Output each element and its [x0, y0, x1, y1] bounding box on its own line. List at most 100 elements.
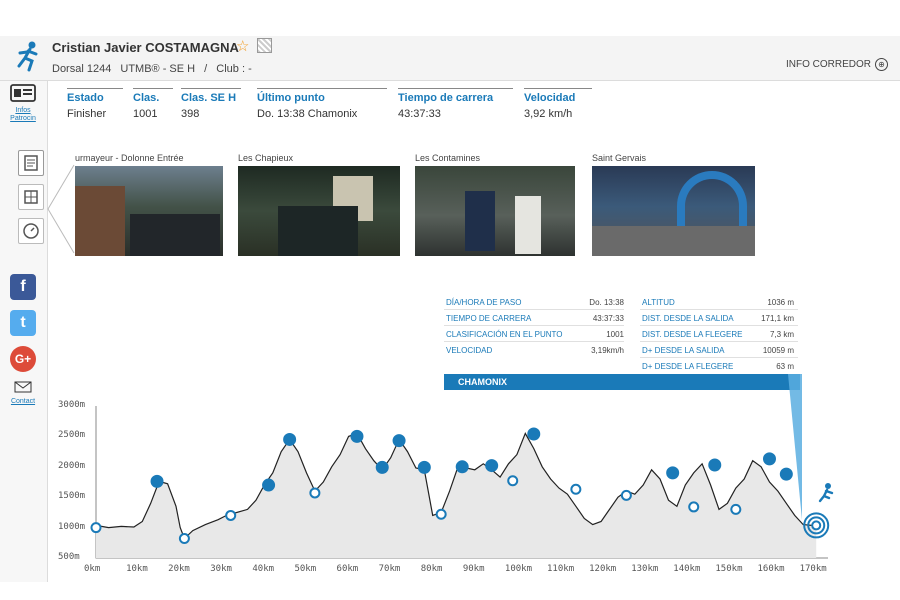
stat-ultimo-punto: Último punto Do. 13:38 Chamonix: [257, 88, 387, 120]
google-plus-icon: G+: [14, 352, 32, 366]
info-label: D+ DESDE LA FLEGERE: [642, 362, 734, 371]
y-tick-label: 2000m: [58, 460, 86, 471]
x-tick-label: 60km: [336, 564, 359, 574]
share-icon[interactable]: [257, 38, 272, 53]
dorsal: Dorsal 1244: [52, 63, 112, 75]
twitter-button[interactable]: t: [10, 310, 36, 336]
info-label: CLASIFICACIÓN EN EL PUNTO: [446, 330, 563, 339]
checkpoint-marker[interactable]: [309, 487, 321, 499]
photo-caption: urmayeur - Dolonne Entrée: [75, 153, 184, 163]
facebook-icon: f: [20, 278, 26, 295]
id-card-icon: [10, 84, 36, 102]
checkpoint-marker[interactable]: [262, 478, 276, 492]
checkpoint-marker[interactable]: [527, 427, 541, 441]
elevation-profile-chart[interactable]: [60, 400, 840, 580]
favorite-star-icon[interactable]: ☆: [236, 37, 249, 55]
tab-details[interactable]: [18, 150, 44, 176]
race-category: UTMB® - SE H: [120, 63, 196, 75]
document-icon: [24, 155, 38, 171]
stat-velocidad: Velocidad 3,92 km/h: [524, 88, 592, 120]
checkpoint-marker[interactable]: [392, 434, 406, 448]
checkpoint-marker[interactable]: [435, 508, 447, 520]
y-tick-label: 3000m: [58, 400, 86, 410]
x-tick-label: 70km: [378, 564, 401, 574]
checkpoint-marker[interactable]: [811, 520, 822, 531]
checkpoint-marker[interactable]: [666, 466, 680, 480]
checkpoint-marker[interactable]: [455, 460, 469, 474]
checkpoint-marker[interactable]: [350, 429, 364, 443]
checkpoint-marker[interactable]: [730, 503, 742, 515]
stat-value: Finisher: [67, 108, 107, 120]
info-value: 3,19km/h: [591, 346, 624, 355]
checkpoint-marker[interactable]: [688, 501, 700, 513]
checkpoint-marker[interactable]: [225, 509, 237, 521]
gauge-icon: [23, 223, 39, 239]
info-corredor-link[interactable]: INFO CORREDOR ⊕: [786, 58, 888, 71]
runner-logo-icon: [17, 41, 38, 72]
checkpoint-marker[interactable]: [283, 432, 297, 446]
x-tick-label: 40km: [252, 564, 275, 574]
tab-speed[interactable]: [18, 218, 44, 244]
stat-value: 43:37:33: [398, 108, 441, 120]
checkpoint-marker[interactable]: [178, 533, 190, 545]
checkpoint-marker[interactable]: [507, 475, 519, 487]
x-tick-label: 170km: [799, 564, 827, 574]
grid-icon: [24, 190, 38, 204]
photo-caption: Saint Gervais: [592, 153, 647, 163]
stat-label: Tiempo de carrera: [398, 92, 494, 104]
x-tick-label: 130km: [631, 564, 659, 574]
x-tick-label: 50km: [294, 564, 317, 574]
checkpoint-photo[interactable]: [415, 166, 575, 256]
infos-label: Infos Patrocin: [10, 107, 36, 122]
photo-runner: [465, 191, 495, 251]
info-label: DIST. DESDE LA SALIDA: [642, 314, 734, 323]
info-value: 43:37:33: [592, 314, 624, 323]
info-value: 1036 m: [767, 298, 794, 307]
contact-sidebar-item[interactable]: Contact: [8, 380, 38, 406]
checkpoint-marker[interactable]: [620, 489, 632, 501]
x-tick-label: 160km: [757, 564, 785, 574]
checkpoint-photo[interactable]: [238, 166, 400, 256]
checkpoint-photo[interactable]: [592, 166, 755, 256]
club: Club : -: [216, 63, 252, 75]
checkpoint-marker[interactable]: [570, 483, 582, 495]
checkpoint-marker[interactable]: [90, 522, 102, 534]
checkpoint-marker[interactable]: [485, 459, 499, 473]
y-tick-label: 1500m: [58, 491, 86, 502]
runner-subline: Dorsal 1244 UTMB® - SE H / Club : -: [52, 63, 258, 75]
divider: [640, 325, 798, 326]
stat-estado: Estado Finisher: [67, 88, 123, 120]
expand-circle-icon: ⊕: [875, 58, 888, 71]
runner-position-icon: [818, 483, 834, 503]
google-plus-button[interactable]: G+: [10, 346, 36, 372]
divider: [444, 341, 624, 342]
checkpoint-photo[interactable]: [75, 166, 223, 256]
checkpoint-marker[interactable]: [150, 474, 164, 488]
point-name-bar: CHAMONIX: [444, 374, 800, 390]
checkpoint-marker[interactable]: [762, 452, 776, 466]
checkpoint-marker[interactable]: [779, 467, 793, 481]
facebook-button[interactable]: f: [10, 274, 36, 300]
envelope-icon: [14, 381, 32, 393]
stat-value: 398: [181, 108, 200, 120]
checkpoint-marker[interactable]: [375, 460, 389, 474]
info-label: ALTITUD: [642, 298, 675, 307]
checkpoint-marker[interactable]: [708, 458, 722, 472]
x-tick-label: 80km: [420, 564, 443, 574]
x-tick-label: 120km: [589, 564, 617, 574]
x-tick-label: 30km: [210, 564, 232, 574]
photo-caption: Les Contamines: [415, 153, 481, 163]
stat-label: Clas. SE H: [181, 92, 237, 104]
stat-tiempo: Tiempo de carrera 43:37:33: [398, 88, 513, 120]
infos-sidebar-item[interactable]: Infos Patrocin: [8, 84, 38, 123]
divider: [640, 357, 798, 358]
info-value: 10059 m: [762, 346, 794, 355]
x-tick-label: 0km: [84, 564, 101, 574]
info-value: 1001: [606, 330, 624, 339]
divider: [444, 309, 624, 310]
divider: [640, 341, 798, 342]
tab-table[interactable]: [18, 184, 44, 210]
stat-clas: Clas. 1001: [133, 88, 173, 120]
checkpoint-marker[interactable]: [417, 460, 431, 474]
photo-runner: [515, 196, 541, 254]
